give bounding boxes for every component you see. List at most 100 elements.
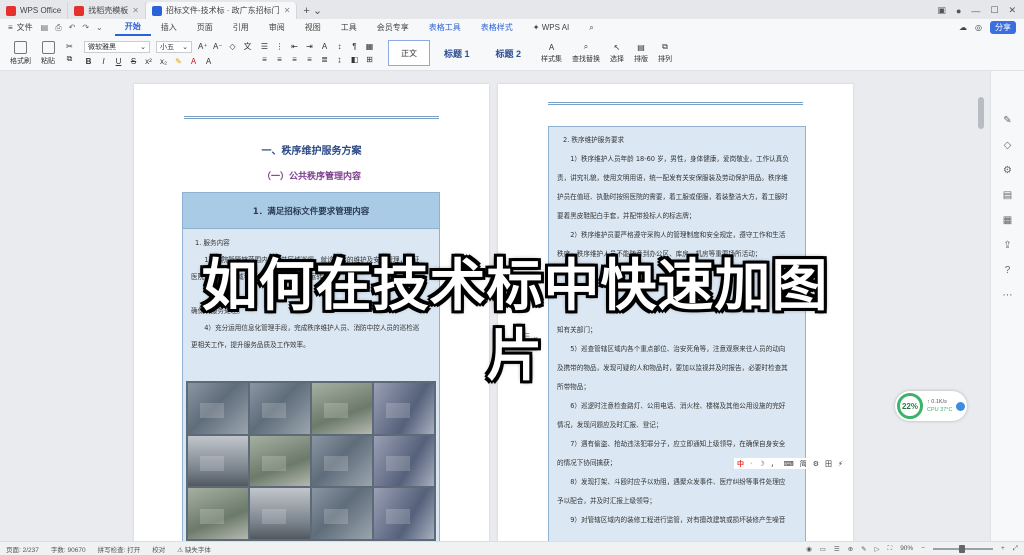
menu-table-styles[interactable]: 表格样式 [471,19,523,36]
menu-wps-ai[interactable]: ✦ WPS AI [523,19,580,36]
style-heading-2[interactable]: 标题 2 [484,40,534,66]
paste-button[interactable]: 粘贴 [41,40,55,66]
page-count[interactable]: 页面: 2/237 [6,544,39,554]
missing-font-status[interactable]: ⚠ 缺失字体 [177,544,211,554]
justify-icon[interactable]: ≡ [305,55,314,64]
distributed-icon[interactable]: ≣ [320,55,329,64]
file-menu[interactable]: ≡ 文件 [0,22,41,33]
underline-icon[interactable]: U [114,57,123,66]
chinese-layout-icon[interactable]: A [320,42,329,51]
char-shading-icon[interactable]: A [204,57,213,66]
font-color-icon[interactable]: A [189,57,198,66]
tab-list-icon[interactable]: ▣ [937,5,946,16]
clear-format-icon[interactable]: ◇ [228,42,237,51]
style-normal[interactable]: 正文 [388,40,430,66]
menu-table-tools[interactable]: 表格工具 [419,19,471,36]
table-border-icon[interactable]: ⊞ [365,55,374,64]
more-icon[interactable]: ⌄ [96,23,103,33]
zoom-knob[interactable] [959,544,965,553]
menu-tools[interactable]: 工具 [331,19,367,36]
find-replace-button[interactable]: ⌕ 查找替换 [572,42,600,64]
tab-wps-office[interactable]: WPS Office [0,2,69,19]
proofread-status[interactable]: 校对 [152,544,165,554]
zoom-out-icon[interactable]: − [921,545,925,552]
share-panel-icon[interactable]: ⇪ [1003,240,1011,251]
shrink-font-icon[interactable]: A⁻ [213,42,223,51]
more-tools-icon[interactable]: ⋯ [1003,290,1013,301]
arrange-button[interactable]: ⧉ 排列 [658,42,672,64]
sort-button[interactable]: ▤ 排版 [634,43,648,64]
close-icon[interactable]: ✕ [284,6,291,15]
align-center-icon[interactable]: ≡ [275,55,284,64]
outline-view-icon[interactable]: ☰ [834,545,840,553]
zoom-in-icon[interactable]: + [1001,545,1005,552]
borders-icon[interactable]: ▦ [365,42,374,51]
font-size-select[interactable]: 小五 ⌄ [156,40,192,53]
edit-icon[interactable]: ✎ [1003,115,1011,126]
sort-icon[interactable]: ↕ [335,42,344,51]
undo-icon[interactable]: ↶ [69,23,76,33]
grow-font-icon[interactable]: A⁺ [198,42,208,51]
fullscreen-icon[interactable]: ⛶ [888,545,893,553]
search-icon[interactable]: ⌕ [579,19,603,36]
page-view-icon[interactable]: ▭ [820,545,826,553]
strikethrough-icon[interactable]: S [129,57,138,66]
save-icon[interactable]: ▤ [41,23,49,33]
redo-icon[interactable]: ↷ [82,23,89,33]
ime-keyboard-icon[interactable]: ⌨ [784,460,794,468]
minimize-icon[interactable]: — [971,6,980,16]
ime-settings-icon[interactable]: ⚙ [813,460,819,468]
print-icon[interactable]: ⎙ [55,23,61,33]
cloud-icon[interactable]: ☁ [959,23,967,32]
word-count[interactable]: 字数: 90670 [51,544,86,554]
avatar[interactable]: ● [956,6,961,16]
menu-home[interactable]: 开始 [114,19,151,36]
boost-icon[interactable] [956,401,966,411]
numbering-icon[interactable]: ⋮ [275,42,284,51]
share-button[interactable]: 分享 [990,21,1016,34]
eye-icon[interactable]: ◉ [806,545,812,553]
zoom-level[interactable]: 90% [900,545,913,552]
style-heading-1[interactable]: 标题 1 [432,40,482,66]
ime-language-toggle[interactable]: 中 [737,459,744,469]
web-view-icon[interactable]: ⊕ [848,545,853,553]
menu-references[interactable]: 引用 [223,19,259,36]
table-panel-icon[interactable]: ▦ [1003,215,1012,226]
performance-widget[interactable]: 22% ↑ 0.1K/s CPU 37°C [895,391,967,421]
notification-icon[interactable]: ◎ [975,23,982,32]
vertical-scrollbar[interactable] [978,85,984,525]
subscript-icon[interactable]: x₂ [159,57,168,66]
tab-docer-templates[interactable]: 找稻壳模板 ✕ [68,2,146,19]
close-window-icon[interactable]: ✕ [1008,5,1016,16]
menu-review[interactable]: 审阅 [259,19,295,36]
ime-punct-icon[interactable]: · [750,460,752,467]
menu-insert[interactable]: 插入 [151,19,187,36]
show-marks-icon[interactable]: ¶ [350,42,359,51]
spell-check-status[interactable]: 拼写检查: 打开 [98,544,141,554]
style-set-button[interactable]: A 样式集 [541,43,562,64]
close-icon[interactable]: ✕ [132,6,139,15]
bullets-icon[interactable]: ☰ [260,42,269,51]
superscript-icon[interactable]: x² [144,57,153,66]
zoom-slider[interactable] [933,544,993,553]
cut-icon[interactable]: ✂ [65,42,74,51]
layout-panel-icon[interactable]: ▤ [1003,190,1012,201]
highlight-icon[interactable]: ✎ [174,57,183,66]
bold-icon[interactable]: B [84,57,93,66]
maximize-icon[interactable]: ☐ [990,5,998,16]
menu-member[interactable]: 会员专享 [367,19,419,36]
edit-mode-icon[interactable]: ✎ [861,545,866,553]
ime-simplified-icon[interactable]: 简 [800,459,807,469]
menu-view[interactable]: 视图 [295,19,331,36]
menu-page[interactable]: 页面 [187,19,223,36]
tab-current-document[interactable]: 招标文件-技术标 · 政广东招标门 ✕ [145,2,298,19]
surveillance-image[interactable] [186,381,436,541]
shading-icon[interactable]: ◧ [350,55,359,64]
ime-moon-icon[interactable]: ☽ [758,460,764,468]
scrollbar-thumb[interactable] [978,97,984,129]
new-tab-icon[interactable]: + ⌄ [297,2,328,19]
shapes-icon[interactable]: ◇ [1004,140,1012,151]
ime-skin-icon[interactable]: ⚡ [838,460,843,468]
play-icon[interactable]: ▷ [875,545,880,553]
phonetic-icon[interactable]: 文 [243,41,252,52]
